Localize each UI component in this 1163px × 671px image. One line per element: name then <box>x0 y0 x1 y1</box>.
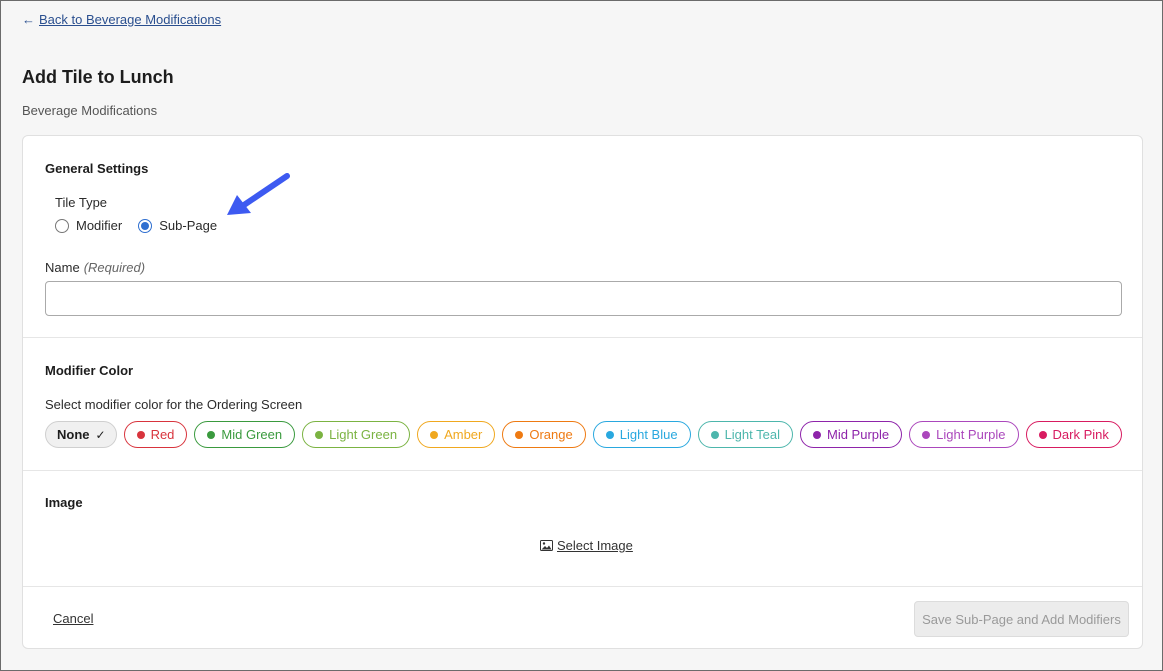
color-pill-none[interactable]: None ✓ <box>45 421 117 448</box>
color-pill[interactable]: Amber <box>417 421 496 448</box>
check-icon: ✓ <box>95 427 106 442</box>
general-settings-title: General Settings <box>45 161 149 176</box>
color-dot-icon <box>922 430 931 439</box>
color-pill[interactable]: Red <box>123 421 188 448</box>
select-image-link[interactable]: Select Image <box>540 538 633 553</box>
color-pill[interactable]: Light Green <box>302 421 411 448</box>
radio-modifier-label: Modifier <box>76 218 123 233</box>
image-section-title: Image <box>45 495 83 510</box>
color-pill[interactable]: Mid Purple <box>799 421 903 448</box>
tile-type-radio-group: Modifier Sub-Page <box>55 218 217 233</box>
tile-form-card: General Settings Tile Type Modifier Sub-… <box>22 135 1143 649</box>
color-pill[interactable]: Light Teal <box>697 421 793 448</box>
color-pill-label: Light Teal <box>724 427 780 442</box>
color-pill-label: Light Green <box>329 427 398 442</box>
color-dot-icon <box>430 430 439 439</box>
color-pill-label: Red <box>150 427 175 442</box>
annotation-arrow-shaft <box>238 173 290 210</box>
color-pill[interactable]: Mid Green <box>194 421 296 448</box>
name-input[interactable] <box>45 281 1122 316</box>
color-pill-label: Mid Purple <box>826 427 890 442</box>
radio-modifier[interactable]: Modifier <box>55 218 122 233</box>
radio-circle-sub-page[interactable] <box>138 218 153 233</box>
tile-type-label: Tile Type <box>55 195 108 210</box>
divider <box>23 470 1142 471</box>
color-dot-icon <box>812 430 821 439</box>
back-link[interactable]: ← Back to Beverage Modifications <box>22 12 221 27</box>
color-pill[interactable]: Orange <box>502 421 586 448</box>
color-dot-icon <box>710 430 719 439</box>
name-required-note: (Required) <box>83 260 146 275</box>
color-pill-none-label: None <box>57 427 90 442</box>
page-subtitle: Beverage Modifications <box>22 103 158 118</box>
radio-sub-page[interactable]: Sub-Page <box>138 218 217 233</box>
color-pill-label: Amber <box>444 427 483 442</box>
color-pill[interactable]: Light Purple <box>909 421 1019 448</box>
divider <box>23 337 1142 338</box>
color-dot-icon <box>1038 430 1047 439</box>
radio-circle-modifier[interactable] <box>55 218 69 233</box>
name-label: Name (Required) <box>45 260 145 275</box>
color-pill-label: Orange <box>529 427 573 442</box>
color-dot-icon <box>207 430 216 439</box>
color-pill-label: Light Blue <box>619 427 678 442</box>
color-dot-icon <box>515 430 524 439</box>
radio-sub-page-label: Sub-Page <box>159 218 218 233</box>
select-image-label: Select Image <box>557 538 633 553</box>
back-link-label: Back to Beverage Modifications <box>39 12 222 27</box>
annotation-arrow-icon <box>227 173 290 215</box>
save-sub-page-button[interactable]: Save Sub-Page and Add Modifiers <box>914 601 1129 637</box>
modifier-color-description: Select modifier color for the Ordering S… <box>45 397 303 412</box>
page-title: Add Tile to Lunch <box>22 67 174 87</box>
color-pill[interactable]: Light Blue <box>592 421 691 448</box>
divider <box>23 586 1142 587</box>
name-label-text: Name <box>45 260 80 275</box>
arrow-left-icon: ← <box>22 12 35 27</box>
color-pill-label: Mid Green <box>221 427 283 442</box>
modifier-color-title: Modifier Color <box>45 363 134 378</box>
color-dot-icon <box>315 430 324 439</box>
image-icon <box>540 540 553 551</box>
color-pill-row: None ✓ Red Mid Green Light Green Amber O… <box>45 421 1122 448</box>
color-dot-icon <box>605 430 614 439</box>
cancel-link[interactable]: Cancel <box>53 611 93 626</box>
color-pill-label: Light Purple <box>936 427 1006 442</box>
color-dot-icon <box>136 430 145 439</box>
color-pill[interactable]: Dark Pink <box>1025 421 1122 448</box>
color-pill-label: Dark Pink <box>1052 427 1109 442</box>
